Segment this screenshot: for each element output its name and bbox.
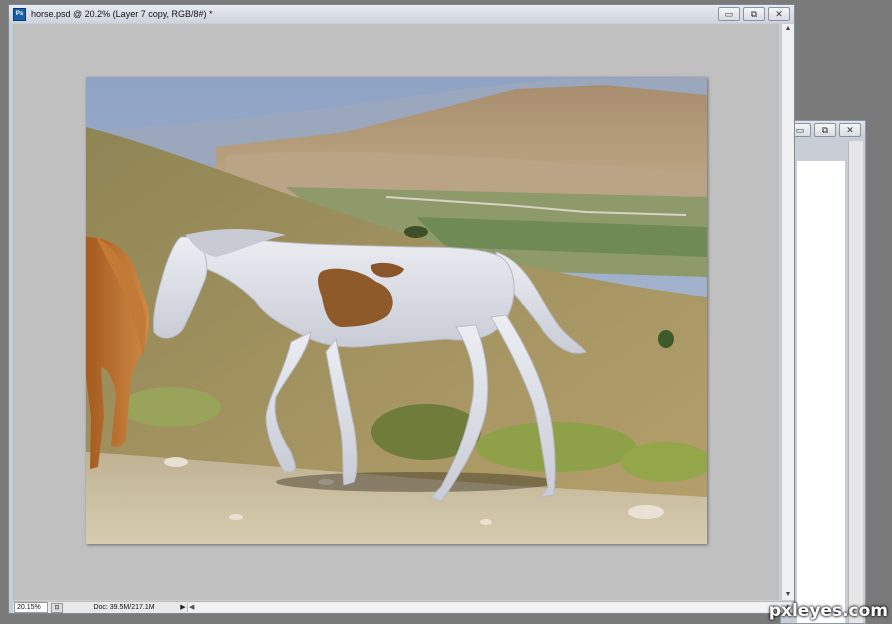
scroll-down-icon[interactable]: ▼	[782, 590, 794, 600]
scroll-left-icon[interactable]: ◀	[189, 603, 194, 612]
vertical-scrollbar[interactable]	[848, 141, 863, 623]
document-title: horse.psd @ 20.2% (Layer 7 copy, RGB/8#)…	[31, 9, 213, 19]
minimize-button[interactable]: ▭	[718, 7, 740, 21]
background-document-canvas[interactable]	[797, 161, 845, 623]
background-window-controls: ▭ ⧉ ✕	[789, 123, 861, 137]
zoom-level-field[interactable]: 20.15%	[14, 602, 48, 613]
close-button[interactable]: ✕	[839, 123, 861, 137]
restore-button[interactable]: ⧉	[743, 7, 765, 21]
vertical-scrollbar[interactable]: ▲ ▼	[781, 24, 794, 600]
window-controls: ▭ ⧉ ✕	[718, 7, 790, 21]
document-titlebar[interactable]: Ps horse.psd @ 20.2% (Layer 7 copy, RGB/…	[9, 5, 794, 23]
close-button[interactable]: ✕	[768, 7, 790, 21]
status-info-arrow-icon[interactable]: ▶	[179, 603, 187, 612]
status-bar: 20.15% ⊡ Doc: 39.5M/217.1M ▶ ◀ ▶	[13, 601, 793, 613]
document-image[interactable]	[86, 77, 707, 544]
restore-button[interactable]: ⧉	[814, 123, 836, 137]
scroll-up-icon[interactable]: ▲	[782, 24, 794, 34]
horse-photo	[86, 77, 707, 544]
photoshop-icon: Ps	[13, 7, 26, 21]
horizontal-scrollbar[interactable]: ◀ ▶	[187, 603, 793, 612]
watermark-text: pxleyes.com	[768, 601, 888, 621]
status-menu-icon[interactable]: ⊡	[51, 602, 63, 613]
document-size-info: Doc: 39.5M/217.1M	[93, 604, 155, 611]
